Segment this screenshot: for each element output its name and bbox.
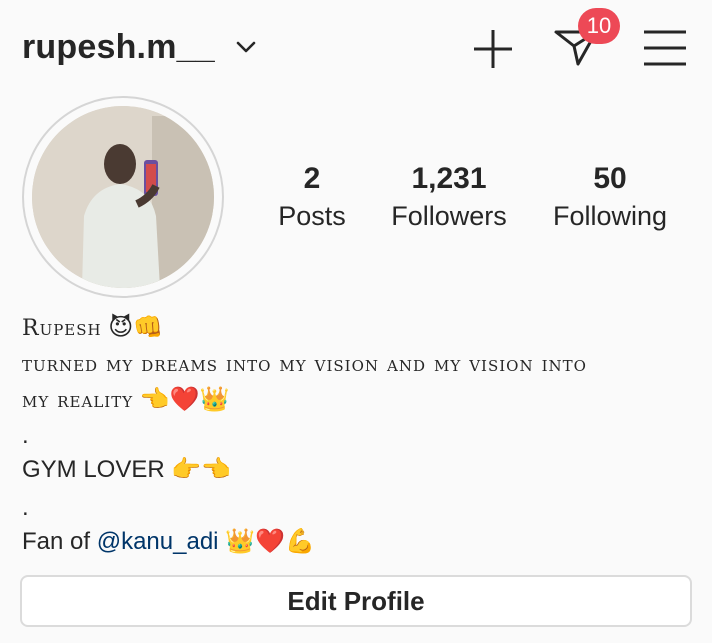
bio-emoji-2: 👈❤️👑 xyxy=(139,386,230,413)
display-name: Rupesh xyxy=(22,316,102,341)
stat-posts[interactable]: 2 Posts xyxy=(262,160,362,234)
menu-icon[interactable] xyxy=(642,28,688,68)
stat-following[interactable]: 50 Following xyxy=(544,160,676,234)
profile-avatar[interactable] xyxy=(22,96,224,298)
bio-name-line: Rupesh 😈👊 xyxy=(22,310,692,347)
posts-count: 2 xyxy=(303,162,321,195)
chevron-down-icon[interactable] xyxy=(234,38,258,56)
bio-gym-line: GYM LOVER 👉👈 xyxy=(22,452,692,488)
gym-emoji: 👉👈 xyxy=(171,456,232,483)
bio-dot-2: . xyxy=(22,494,29,521)
bio-text-2: my reality xyxy=(22,388,134,413)
bio-line-2: my reality 👈❤️👑 xyxy=(22,382,692,419)
posts-label: Posts xyxy=(278,201,346,231)
stat-followers[interactable]: 1,231 Followers xyxy=(384,160,514,234)
name-emoji: 😈👊 xyxy=(108,314,164,341)
fan-emoji: 👑❤️💪 xyxy=(225,528,315,555)
avatar-photo xyxy=(32,106,214,288)
followers-count: 1,231 xyxy=(411,162,487,195)
notification-badge: 10 xyxy=(578,8,620,44)
bio-dot-1: . xyxy=(22,422,29,449)
following-label: Following xyxy=(552,201,668,231)
fan-prefix: Fan of xyxy=(22,528,97,555)
mention-link[interactable]: @kanu_adi xyxy=(97,528,219,555)
followers-label: Followers xyxy=(391,201,507,231)
edit-profile-button[interactable]: Edit Profile xyxy=(20,575,692,627)
following-count: 50 xyxy=(593,162,627,195)
account-username[interactable]: rupesh.m__ xyxy=(22,28,215,67)
bio-fan-line: Fan of @kanu_adi 👑❤️💪 xyxy=(22,524,692,560)
plus-icon[interactable] xyxy=(470,26,516,72)
gym-text: GYM LOVER xyxy=(22,456,165,483)
person-photo-icon xyxy=(32,106,214,288)
top-bar: rupesh.m__ 10 xyxy=(0,0,712,95)
bio-line-1: turned my dreams into my vision and my v… xyxy=(22,346,692,383)
bio-text-1: turned my dreams into my vision and my v… xyxy=(22,352,587,377)
